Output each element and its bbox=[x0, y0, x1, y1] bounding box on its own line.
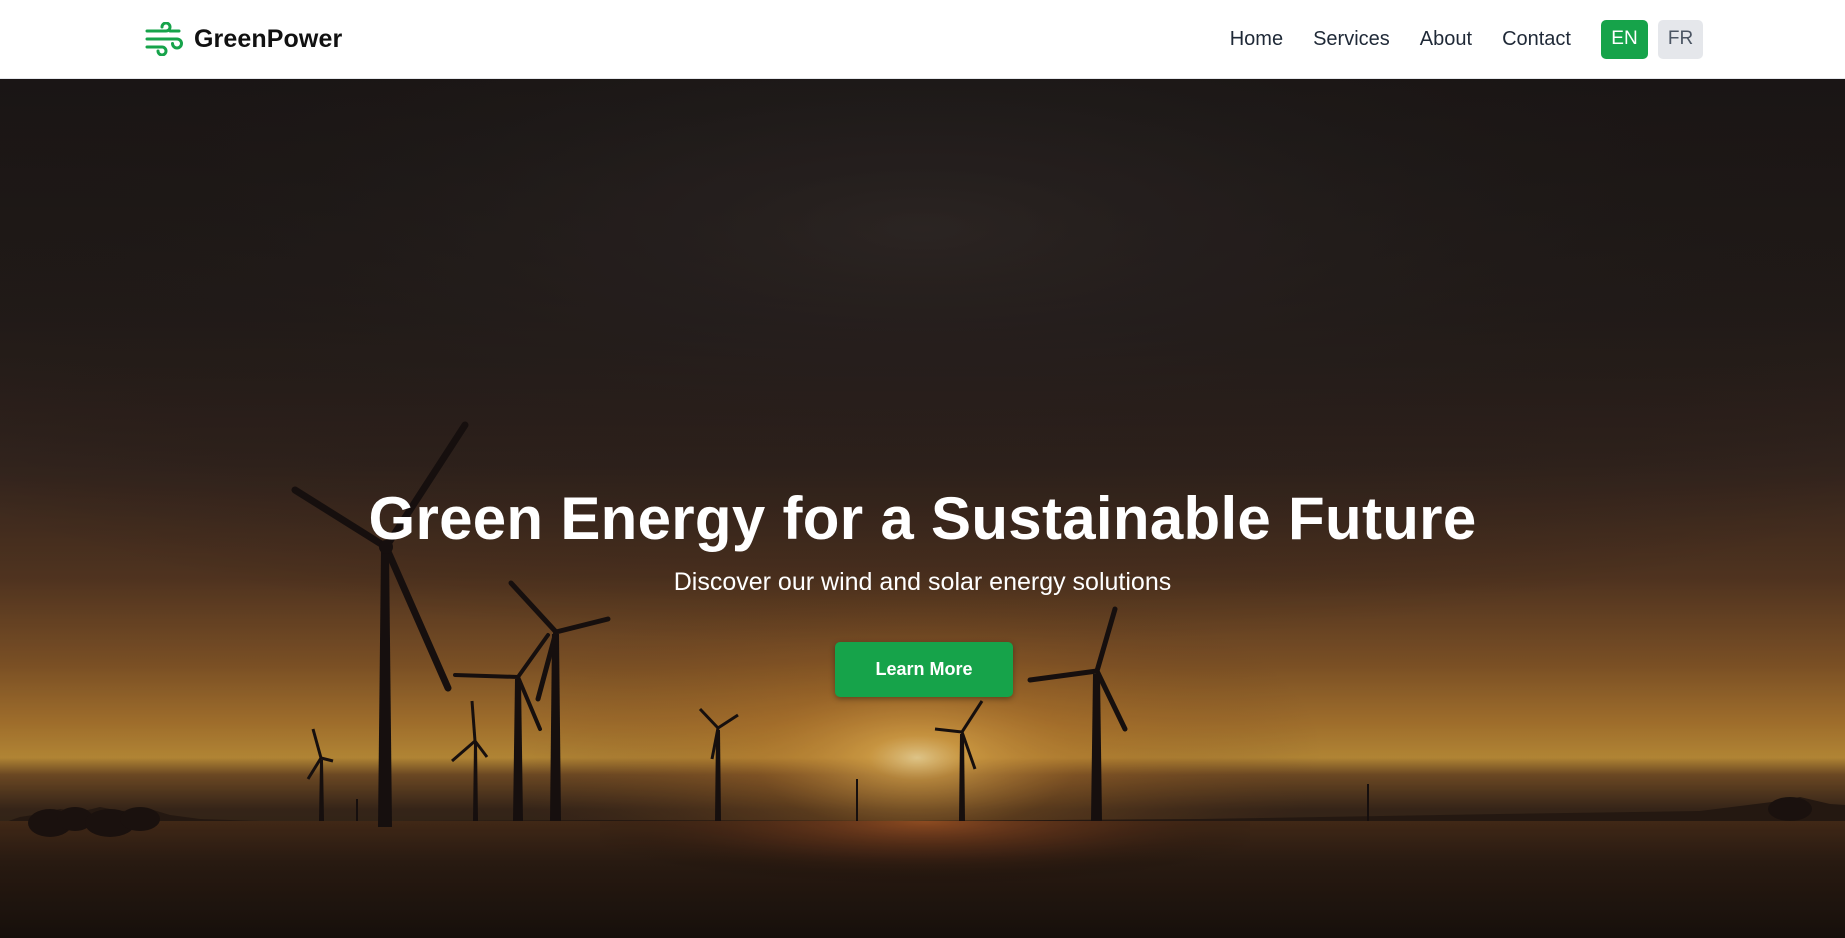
learn-more-button[interactable]: Learn More bbox=[835, 642, 1013, 697]
hero-content: Green Energy for a Sustainable Future Di… bbox=[0, 79, 1845, 938]
wind-icon bbox=[145, 22, 183, 56]
brand-name: GreenPower bbox=[194, 24, 343, 53]
header-inner: GreenPower Home Services About Contact E… bbox=[144, 0, 1703, 78]
hero-subtitle: Discover our wind and solar energy solut… bbox=[673, 568, 1172, 596]
nav-services[interactable]: Services bbox=[1313, 28, 1390, 51]
hero-section: Green Energy for a Sustainable Future Di… bbox=[0, 79, 1845, 938]
main-nav: Home Services About Contact EN FR bbox=[1230, 19, 1703, 59]
nav-contact[interactable]: Contact bbox=[1502, 28, 1571, 51]
site-header: GreenPower Home Services About Contact E… bbox=[0, 0, 1845, 79]
nav-home[interactable]: Home bbox=[1230, 28, 1283, 51]
lang-en-button[interactable]: EN bbox=[1601, 19, 1648, 59]
nav-about[interactable]: About bbox=[1420, 28, 1472, 51]
brand-logo-link[interactable]: GreenPower bbox=[144, 22, 342, 56]
lang-fr-button[interactable]: FR bbox=[1658, 19, 1703, 59]
language-switcher: EN FR bbox=[1601, 19, 1703, 59]
hero-title: Green Energy for a Sustainable Future bbox=[368, 485, 1477, 552]
